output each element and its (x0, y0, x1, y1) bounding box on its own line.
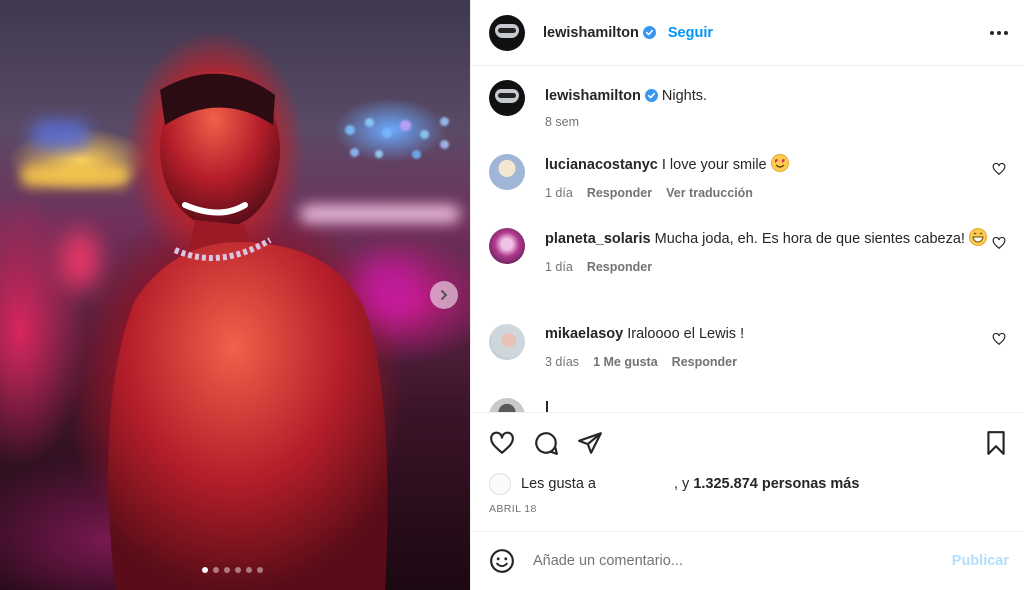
post-actions: Les gusta a , y 1.325.874 personas más A… (471, 412, 1024, 515)
comment-bubble-icon[interactable] (533, 430, 559, 456)
like-heart-icon[interactable] (489, 430, 515, 456)
likes-prefix: Les gusta a (521, 476, 596, 492)
next-image-button[interactable] (430, 281, 458, 309)
carousel-dot (235, 567, 241, 573)
comment-row: mikaelasoy Iraloooo el Lewis ! 3 días 1 … (489, 324, 1008, 398)
dot-icon (1004, 30, 1008, 35)
comment-text: Iraloooo el Lewis ! (627, 326, 745, 342)
caption-row: lewishamilton Nights. 8 sem (489, 80, 1008, 154)
comment-age: 3 días (545, 355, 580, 369)
commenter-username[interactable]: l (545, 400, 549, 412)
carousel-indicator (202, 567, 263, 573)
post-side-panel: lewishamilton Seguir lewishamilton Night… (470, 0, 1024, 590)
comment-text: I love your smile (661, 157, 767, 173)
author-avatar[interactable] (489, 14, 525, 51)
commenter-avatar[interactable] (489, 154, 525, 190)
comment-likes-count[interactable]: 1 Me gusta (593, 352, 658, 372)
comment-age: 1 día (545, 186, 573, 200)
comment-row: planeta_solaris Mucha joda, eh. Es hora … (489, 228, 1008, 324)
person-silhouette (108, 72, 388, 590)
action-icons (489, 413, 1009, 473)
comment-row: lucianacostanyc I love your smile 1 día … (489, 154, 1008, 228)
heart-icon[interactable] (992, 162, 1006, 176)
post-date: ABRIL 18 (489, 503, 537, 515)
post-photo[interactable] (0, 0, 470, 590)
likes-suffix: , y (673, 476, 690, 492)
dot-icon (990, 30, 994, 35)
comments-list[interactable]: lewishamilton Nights. 8 sem lucianacosta… (471, 66, 1024, 412)
likes-count[interactable]: 1.325.874 personas más (693, 476, 859, 492)
dot-icon (997, 30, 1001, 35)
comment-input[interactable] (533, 553, 952, 569)
publish-button[interactable]: Publicar (952, 553, 1009, 569)
emoji-picker-icon[interactable] (489, 548, 515, 574)
reply-button[interactable]: Responder (587, 183, 652, 203)
carousel-dot (213, 567, 219, 573)
carousel-dot (246, 567, 252, 573)
reply-button[interactable]: Responder (587, 257, 652, 277)
likes-summary: Les gusta a , y 1.325.874 personas más (489, 469, 1009, 499)
caption-username[interactable]: lewishamilton (545, 88, 641, 104)
comment-age: 1 día (545, 260, 573, 274)
add-comment-bar: Publicar (471, 531, 1024, 590)
commenter-avatar[interactable] (489, 398, 525, 412)
see-translation-button[interactable]: Ver traducción (666, 183, 753, 203)
heart-icon[interactable] (992, 332, 1006, 346)
save-bookmark-icon[interactable] (983, 430, 1009, 456)
comment-row: l (489, 398, 1008, 412)
more-options-button[interactable] (990, 30, 1008, 35)
caption-text: Nights. (661, 88, 708, 104)
verified-badge-icon (642, 26, 656, 39)
caption-age: 8 sem (545, 115, 580, 129)
commenter-username[interactable]: lucianacostanyc (545, 157, 658, 173)
carousel-dot (224, 567, 230, 573)
commenter-avatar[interactable] (489, 228, 525, 264)
comment-text: Mucha joda, eh. Es hora de que sientes c… (654, 231, 965, 247)
heart-icon[interactable] (992, 236, 1006, 250)
carousel-dot-active (202, 567, 208, 573)
verified-badge-icon (644, 89, 658, 102)
grinning-face-icon (968, 228, 987, 246)
carousel-dot (257, 567, 263, 573)
follow-button[interactable]: Seguir (668, 25, 713, 41)
commenter-username[interactable]: mikaelasoy (545, 326, 623, 342)
reply-button[interactable]: Responder (672, 352, 737, 372)
commenter-username[interactable]: planeta_solaris (545, 231, 651, 247)
liker-avatar[interactable] (489, 473, 511, 495)
smiling-face-with-heart-eyes-icon (770, 154, 789, 172)
author-username[interactable]: lewishamilton (543, 25, 639, 41)
post-header: lewishamilton Seguir (471, 0, 1024, 66)
commenter-avatar[interactable] (489, 324, 525, 360)
share-send-icon[interactable] (577, 430, 603, 456)
chevron-right-icon (441, 290, 448, 300)
author-avatar[interactable] (489, 80, 525, 116)
